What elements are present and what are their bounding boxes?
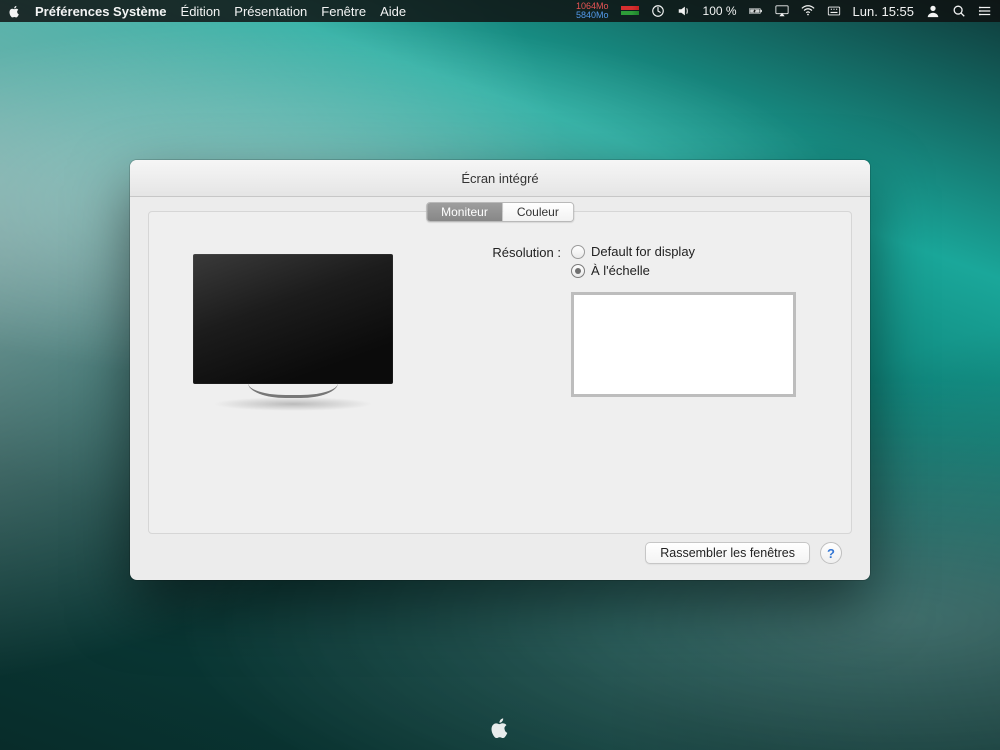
airplay-icon[interactable] [775, 4, 789, 18]
radio-default-label: Default for display [591, 244, 695, 259]
apple-menu-icon[interactable] [8, 5, 21, 18]
resolution-label: Résolution : [453, 244, 561, 397]
radio-default-for-display[interactable]: Default for display [571, 244, 796, 259]
menubar: Préférences Système Édition Présentation… [0, 0, 1000, 22]
tab-monitor[interactable]: Moniteur [427, 203, 503, 221]
notification-center-icon[interactable] [978, 4, 992, 18]
user-icon[interactable] [926, 4, 940, 18]
wifi-icon[interactable] [801, 4, 815, 18]
menu-window[interactable]: Fenêtre [321, 4, 366, 19]
help-button[interactable]: ? [820, 542, 842, 564]
window-titlebar[interactable]: Écran intégré [130, 160, 870, 197]
battery-icon[interactable] [749, 4, 763, 18]
battery-percentage: 100 % [703, 4, 737, 18]
window-title: Écran intégré [461, 171, 538, 186]
menu-help[interactable]: Aide [380, 4, 406, 19]
clock[interactable]: Lun. 15:55 [853, 4, 914, 19]
keyboard-input-icon[interactable] [827, 4, 841, 18]
volume-icon[interactable] [677, 4, 691, 18]
radio-icon [571, 245, 585, 259]
app-name[interactable]: Préférences Système [35, 4, 167, 19]
radio-scaled-label: À l'échelle [591, 263, 650, 278]
memory-monitor-graph-icon[interactable] [621, 6, 639, 16]
settings-panel: Moniteur Couleur Résolution : [148, 211, 852, 534]
scaled-resolutions-listbox[interactable] [571, 292, 796, 397]
memory-monitor-text[interactable]: 1064Mo 5840Mo [576, 2, 609, 20]
tab-segmented-control: Moniteur Couleur [426, 202, 574, 222]
menu-edit[interactable]: Édition [181, 4, 221, 19]
display-preferences-window: Écran intégré Moniteur Couleur Résoluti [130, 160, 870, 580]
dock-apple-icon [489, 717, 511, 742]
radio-scaled[interactable]: À l'échelle [571, 263, 796, 278]
time-machine-icon[interactable] [651, 4, 665, 18]
display-preview-icon [193, 254, 393, 411]
spotlight-icon[interactable] [952, 4, 966, 18]
radio-icon [571, 264, 585, 278]
menu-view[interactable]: Présentation [234, 4, 307, 19]
tab-color[interactable]: Couleur [503, 203, 573, 221]
gather-windows-button[interactable]: Rassembler les fenêtres [645, 542, 810, 564]
